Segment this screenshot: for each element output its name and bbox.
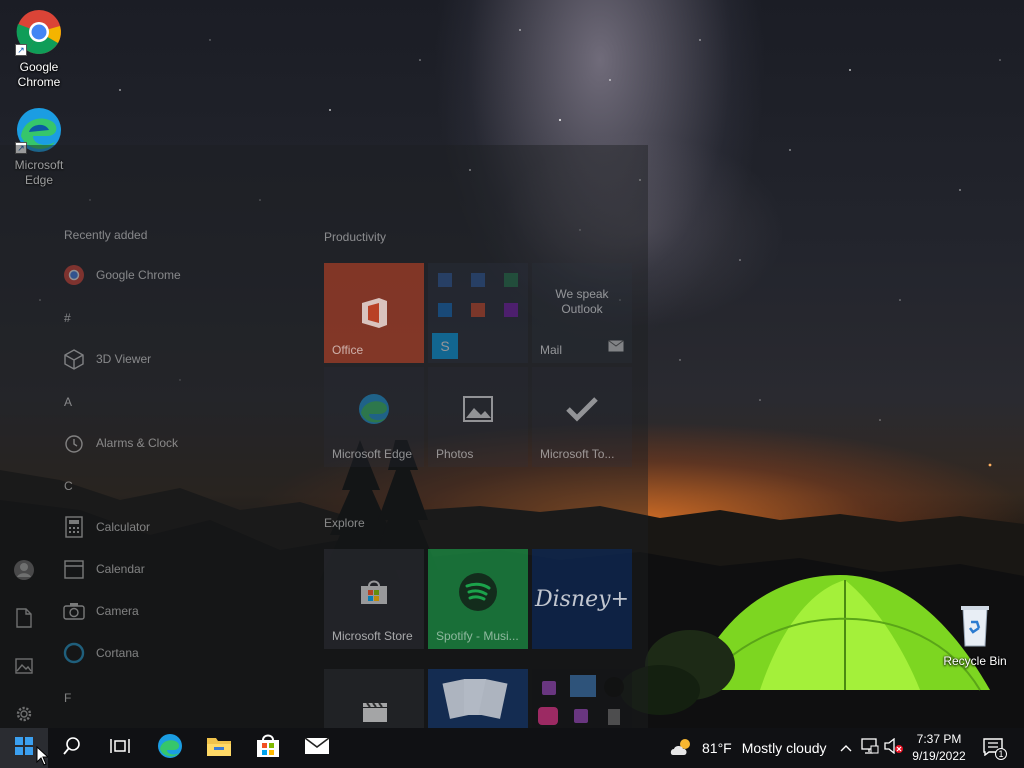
taskbar-edge[interactable] xyxy=(146,728,194,768)
notifications-icon: 1 xyxy=(983,738,1007,760)
search-button[interactable] xyxy=(48,728,96,768)
mouse-cursor-icon xyxy=(36,745,50,768)
app-label: Alarms & Clock xyxy=(96,436,179,450)
taskbar-clock[interactable]: 7:37 PM 9/19/2022 xyxy=(906,731,972,765)
playing-cards-icon xyxy=(442,679,508,719)
app-label: Google Chrome xyxy=(96,268,181,282)
pictures-icon[interactable] xyxy=(12,654,36,678)
weather-widget[interactable]: 81°F Mostly cloudy xyxy=(670,728,827,768)
alarm-clock-icon xyxy=(62,431,86,455)
camera-icon xyxy=(62,599,86,623)
cube-icon xyxy=(62,347,86,371)
app-list-item-camera[interactable]: Camera xyxy=(62,595,292,627)
clock-time: 7:37 PM xyxy=(916,732,962,746)
letter-header-c[interactable]: C xyxy=(64,479,73,493)
letter-header-hash[interactable]: # xyxy=(64,311,71,325)
app-list: Recently added Google Chrome # 3D Viewer… xyxy=(48,145,308,728)
calculator-icon xyxy=(62,515,86,539)
app-label: 3D Viewer xyxy=(96,352,152,366)
app-label: Camera xyxy=(96,604,139,618)
desktop-icon-label: Recycle Bin xyxy=(943,654,1007,668)
network-button[interactable] xyxy=(858,728,882,768)
recently-added-header: Recently added xyxy=(64,228,148,242)
volume-button[interactable] xyxy=(882,728,906,768)
app-list-item-calculator[interactable]: Calculator xyxy=(62,511,292,543)
tile-caption: We speak Outlook xyxy=(555,287,609,316)
chevron-up-icon xyxy=(840,739,852,757)
recycle-bin-icon xyxy=(951,602,999,650)
tile-office-apps-folder[interactable]: S xyxy=(428,263,528,363)
documents-icon[interactable] xyxy=(12,606,36,630)
tile-microsoft-edge[interactable]: Microsoft Edge xyxy=(324,367,424,467)
office-apps-icon: S xyxy=(432,273,518,359)
app-list-item-google-chrome[interactable]: Google Chrome xyxy=(62,259,292,291)
weather-condition: Mostly cloudy xyxy=(741,740,827,756)
volume-muted-icon xyxy=(884,737,904,759)
tile-microsoft-todo[interactable]: Microsoft To... xyxy=(532,367,632,467)
weather-temp: 81°F xyxy=(702,740,732,756)
disney-plus-logo: Disney+ xyxy=(534,586,629,612)
task-view-button[interactable] xyxy=(96,728,144,768)
app-list-item-3d-viewer[interactable]: 3D Viewer xyxy=(62,343,292,375)
group-title-productivity: Productivity xyxy=(324,230,387,244)
tile-label: Microsoft Edge xyxy=(332,447,413,461)
app-list-item-calendar[interactable]: Calendar xyxy=(62,553,292,585)
tile-photos[interactable]: Photos xyxy=(428,367,528,467)
chrome-icon xyxy=(62,263,86,287)
search-icon xyxy=(63,736,81,760)
tile-label: Microsoft Store xyxy=(332,629,413,643)
notification-count-badge: 1 xyxy=(995,748,1007,760)
app-label: Calculator xyxy=(96,520,151,534)
start-rail xyxy=(0,145,48,728)
store-icon xyxy=(256,734,280,763)
action-center-button[interactable]: 1 xyxy=(978,728,1010,768)
apps-folder-icon xyxy=(538,675,624,725)
edge-icon xyxy=(157,733,183,764)
tile-microsoft-store[interactable]: Microsoft Store xyxy=(324,549,424,649)
tile-label: Microsoft To... xyxy=(540,447,615,461)
desktop-icon-chrome[interactable]: ↗ Google Chrome xyxy=(3,8,75,90)
tile-movies-tv[interactable] xyxy=(324,669,424,728)
start-menu: Recently added Google Chrome # 3D Viewer… xyxy=(0,145,648,728)
app-label: Cortana xyxy=(96,646,139,660)
tile-office[interactable]: Office xyxy=(324,263,424,363)
desktop-icon-label: Google Chrome xyxy=(17,60,61,89)
user-icon[interactable] xyxy=(12,558,36,582)
file-explorer-icon xyxy=(206,735,232,762)
show-hidden-icons-button[interactable] xyxy=(834,728,858,768)
settings-icon[interactable] xyxy=(12,702,36,726)
group-title-explore: Explore xyxy=(324,516,365,530)
app-label: Calendar xyxy=(96,562,145,576)
taskbar-file-explorer[interactable] xyxy=(195,728,243,768)
app-list-item-cortana[interactable]: Cortana xyxy=(62,637,292,669)
desktop-icon-recycle-bin[interactable]: Recycle Bin xyxy=(939,602,1011,669)
calendar-icon xyxy=(62,557,86,581)
taskbar-store[interactable] xyxy=(244,728,292,768)
tile-spotify[interactable]: Spotify - Musi... xyxy=(428,549,528,649)
tile-app-folder[interactable] xyxy=(532,669,632,728)
windows-start-icon xyxy=(15,736,33,760)
network-icon xyxy=(861,737,879,759)
taskbar: 81°F Mostly cloudy 7:37 PM 9/19/2022 1 xyxy=(0,728,1024,768)
tile-solitaire[interactable] xyxy=(428,669,528,728)
taskbar-mail[interactable] xyxy=(293,728,341,768)
app-list-item-alarms-clock[interactable]: Alarms & Clock xyxy=(62,427,292,459)
clock-date: 9/19/2022 xyxy=(912,749,966,763)
mail-icon xyxy=(304,736,330,760)
chrome-icon: ↗ xyxy=(15,8,63,56)
tile-label: Photos xyxy=(436,447,474,461)
clapperboard-icon xyxy=(362,701,388,726)
tile-disney-plus[interactable]: Disney+ xyxy=(532,549,632,649)
cortana-icon xyxy=(62,641,86,665)
letter-header-f[interactable]: F xyxy=(64,691,71,705)
tile-mail[interactable]: We speak Outlook Mail xyxy=(532,263,632,363)
tile-label: Spotify - Musi... xyxy=(436,629,519,643)
task-view-icon xyxy=(110,738,130,759)
letter-header-a[interactable]: A xyxy=(64,395,72,409)
partly-cloudy-icon xyxy=(670,737,694,760)
